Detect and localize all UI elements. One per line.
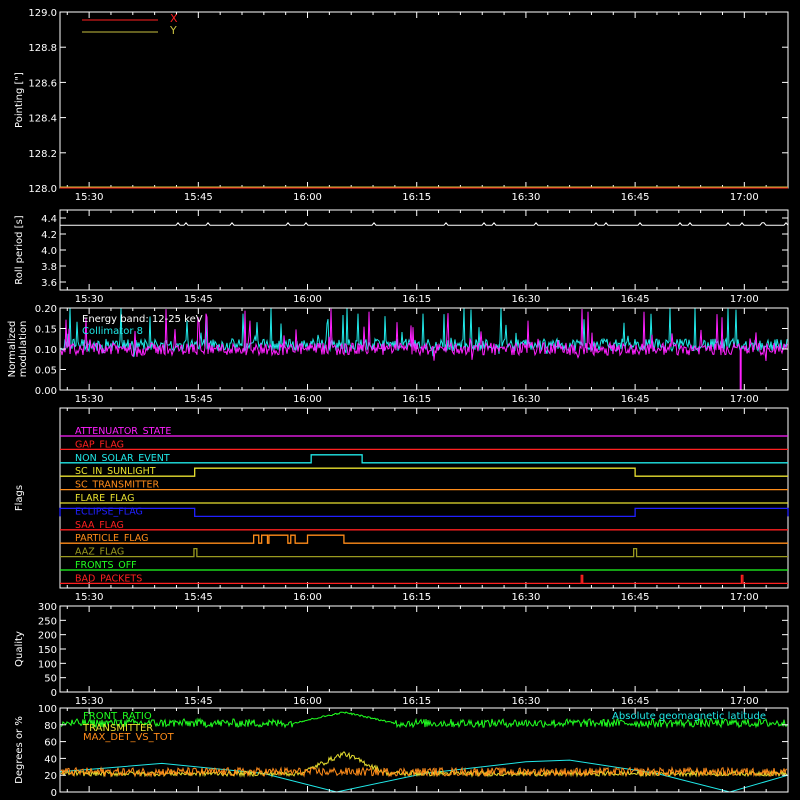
x-tick-label: 16:45 <box>621 394 650 405</box>
x-tick-label: 17:00 <box>730 294 759 305</box>
y-tick-label: 100 <box>38 659 57 670</box>
x-tick-label: 15:30 <box>75 592 104 603</box>
y-tick-label: 128.4 <box>28 114 57 125</box>
x-tick-label: 16:15 <box>402 696 431 707</box>
legend-max-det: MAX_DET_VS_TOT <box>83 732 175 743</box>
y-tick-label: 0.15 <box>35 325 57 336</box>
legend-label-Y: Y <box>169 24 177 37</box>
y-tick-label: 60 <box>44 738 57 749</box>
x-tick-label: 16:45 <box>621 192 650 203</box>
x-tick-label: 16:30 <box>512 592 541 603</box>
y-axis-label: Pointing ["] <box>14 72 25 128</box>
chart-background <box>0 0 800 800</box>
x-tick-label: 16:15 <box>402 394 431 405</box>
x-tick-label: 16:45 <box>621 294 650 305</box>
y-tick-label: 0 <box>51 788 57 799</box>
x-tick-label: 16:30 <box>512 696 541 707</box>
y-tick-label: 50 <box>44 674 57 685</box>
y-tick-label: 4.0 <box>41 246 57 257</box>
y-axis-label: Normalized <box>7 321 18 378</box>
y-tick-label: 300 <box>38 602 57 613</box>
x-tick-label: 15:45 <box>184 192 213 203</box>
y-tick-label: 3.6 <box>41 278 57 289</box>
flag-label: SC_IN_SUNLIGHT <box>75 466 156 477</box>
y-tick-label: 0.10 <box>35 345 57 356</box>
x-tick-label: 15:30 <box>75 394 104 405</box>
flag-label: FLARE_FLAG <box>75 493 135 504</box>
y-tick-label: 129.0 <box>28 8 57 19</box>
x-tick-label: 16:00 <box>293 592 322 603</box>
x-tick-label: 17:00 <box>730 192 759 203</box>
x-tick-label: 16:15 <box>402 192 431 203</box>
y-tick-label: 4.2 <box>41 230 57 241</box>
flag-label: GAP_FLAG <box>75 439 124 450</box>
flag-label: BAD_PACKETS <box>75 573 142 584</box>
x-tick-label: 16:00 <box>293 192 322 203</box>
x-tick-label: 16:45 <box>621 592 650 603</box>
x-tick-label: 17:00 <box>730 394 759 405</box>
y-tick-label: 128.6 <box>28 78 57 89</box>
x-tick-label: 16:00 <box>293 394 322 405</box>
flag-label: NON_SOLAR_EVENT <box>75 453 170 464</box>
flag-label: PARTICLE_FLAG <box>75 533 148 544</box>
x-tick-label: 15:30 <box>75 192 104 203</box>
x-tick-label: 15:45 <box>184 592 213 603</box>
x-tick-label: 16:15 <box>402 294 431 305</box>
x-tick-label: 15:45 <box>184 394 213 405</box>
flag-label: SC_TRANSMITTER <box>75 480 160 491</box>
x-tick-label: 16:30 <box>512 294 541 305</box>
y-tick-label: 250 <box>38 616 57 627</box>
x-tick-label: 15:45 <box>184 696 213 707</box>
y-tick-label: 0.20 <box>35 304 57 315</box>
x-tick-label: 16:15 <box>402 592 431 603</box>
x-tick-label: 15:30 <box>75 696 104 707</box>
y-tick-label: 128.2 <box>28 149 57 160</box>
rhessi-quicklook-chart: 15:30 15:45 16:00 16:15 16:30 16:45 17:00 128.0… <box>0 0 800 800</box>
y-tick-label: 40 <box>44 754 57 765</box>
x-tick-label: 16:00 <box>293 696 322 707</box>
flag-label: FRONTS_OFF <box>75 560 137 571</box>
y-tick-label: 0 <box>51 688 57 699</box>
flag-label: AAZ_FLAG <box>75 547 124 558</box>
y-tick-label: 200 <box>38 631 57 642</box>
y-axis-label: Quality <box>14 631 25 667</box>
x-tick-label: 17:00 <box>730 696 759 707</box>
x-tick-label: 16:00 <box>293 294 322 305</box>
y-tick-label: 80 <box>44 721 57 732</box>
y-axis-label: modulation <box>18 321 29 378</box>
y-axis-label: Roll period [s] <box>14 215 25 284</box>
energy-band-label: Energy band: 12-25 keV <box>82 314 203 325</box>
collimator-label: Collimator 8 <box>82 326 143 337</box>
x-tick-label: 16:45 <box>621 696 650 707</box>
y-tick-label: 150 <box>38 645 57 656</box>
y-tick-label: 128.8 <box>28 43 57 54</box>
x-tick-label: 16:30 <box>512 394 541 405</box>
y-tick-label: 128.0 <box>28 184 57 195</box>
legend-latitude: Absolute geomagnetic latitude <box>612 711 766 722</box>
y-tick-label: 20 <box>44 771 57 782</box>
x-tick-label: 15:45 <box>184 294 213 305</box>
y-tick-label: 3.8 <box>41 262 57 273</box>
y-axis-label: Degrees or % <box>14 716 25 784</box>
y-tick-label: 0.05 <box>35 366 57 377</box>
flag-label: SAA_FLAG <box>75 520 124 531</box>
flag-label: ECLIPSE_FLAG <box>75 506 143 517</box>
x-tick-label: 17:00 <box>730 592 759 603</box>
y-tick-label: 100 <box>38 704 57 715</box>
x-tick-label: 16:30 <box>512 192 541 203</box>
y-tick-label: 0.00 <box>35 386 57 397</box>
flag-label: ATTENUATOR_STATE <box>75 426 171 437</box>
x-tick-label: 15:30 <box>75 294 104 305</box>
y-axis-label: Flags <box>14 485 25 511</box>
y-tick-label: 4.4 <box>41 214 57 225</box>
legend-front-ratio: FRONT_RATIO <box>83 711 152 722</box>
